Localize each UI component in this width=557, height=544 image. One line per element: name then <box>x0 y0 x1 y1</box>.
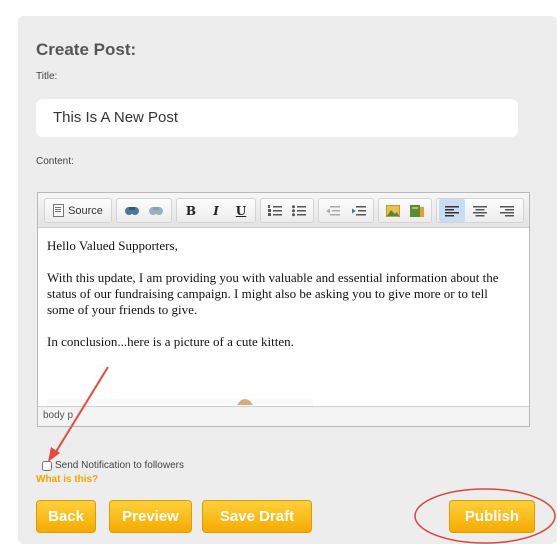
annotation-overlay <box>48 366 556 544</box>
annotation-circle <box>414 488 556 544</box>
annotation-arrow-line <box>53 366 109 456</box>
